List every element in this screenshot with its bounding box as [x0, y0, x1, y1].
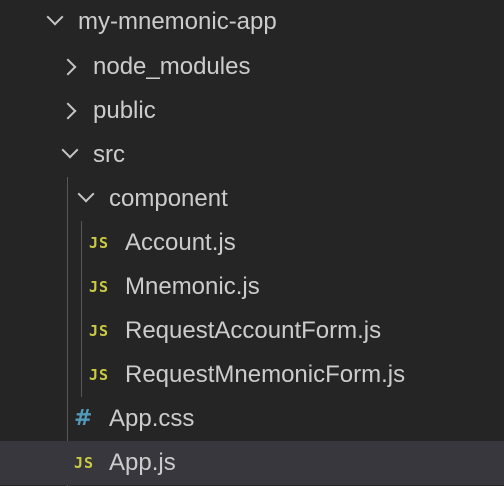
css-file-icon: # — [74, 406, 93, 431]
tree-item-label: public — [93, 97, 156, 124]
tree-item-label: RequestMnemonicForm.js — [125, 361, 406, 388]
tree-item-src[interactable]: src — [0, 133, 504, 177]
tree-item-app-js[interactable]: JS App.js — [0, 441, 504, 485]
tree-item-mnemonic-js[interactable]: JS Mnemonic.js — [0, 265, 504, 309]
js-file-icon: JS — [74, 454, 95, 472]
tree-item-label: node_modules — [93, 53, 251, 80]
tree-item-label: App.js — [109, 449, 176, 476]
tree-item-public[interactable]: public — [0, 89, 504, 133]
tree-item-my-mnemonic-app[interactable]: my-mnemonic-app — [0, 0, 504, 44]
tree-item-label: component — [109, 185, 228, 212]
tree-item-label: RequestAccountForm.js — [125, 317, 382, 344]
chevron-right-icon — [59, 102, 77, 120]
js-file-icon: JS — [89, 322, 110, 340]
tree-item-label: App.css — [109, 405, 195, 432]
chevron-down-icon — [61, 141, 79, 159]
tree-item-component[interactable]: component — [0, 177, 504, 221]
tree-item-label: src — [93, 141, 125, 168]
tree-item-app-css[interactable]: # App.css — [0, 397, 504, 441]
tree-item-label: Mnemonic.js — [125, 273, 260, 300]
js-file-icon: JS — [89, 366, 110, 384]
chevron-right-icon — [59, 58, 77, 76]
js-file-icon: JS — [89, 234, 110, 252]
chevron-down-icon — [46, 8, 64, 26]
tree-item-request-account-form-js[interactable]: JS RequestAccountForm.js — [0, 309, 504, 353]
tree-item-label: my-mnemonic-app — [78, 8, 277, 35]
file-explorer-tree: my-mnemonic-app node_modules public src … — [0, 0, 504, 486]
tree-item-node-modules[interactable]: node_modules — [0, 45, 504, 89]
js-file-icon: JS — [89, 278, 110, 296]
tree-item-label: Account.js — [125, 229, 236, 256]
tree-item-request-mnemonic-form-js[interactable]: JS RequestMnemonicForm.js — [0, 353, 504, 397]
chevron-down-icon — [77, 185, 95, 203]
tree-item-account-js[interactable]: JS Account.js — [0, 221, 504, 265]
